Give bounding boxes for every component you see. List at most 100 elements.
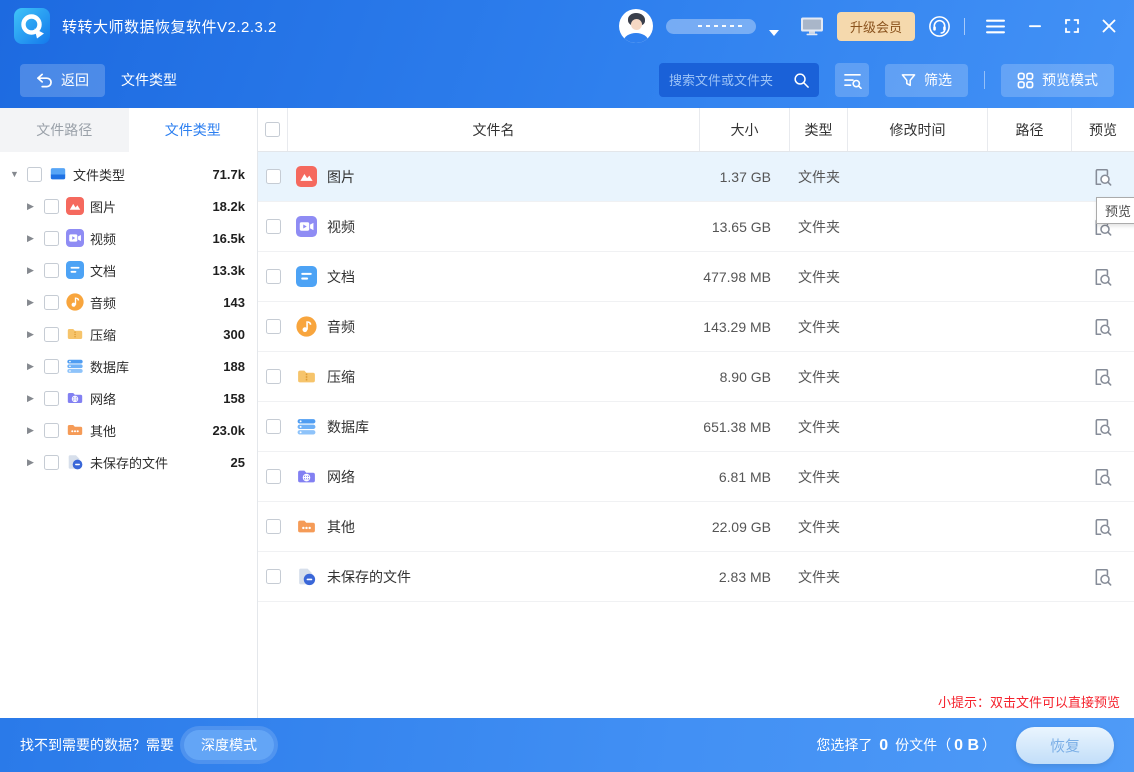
tree-checkbox[interactable] — [44, 263, 59, 278]
row-checkbox[interactable] — [266, 369, 281, 384]
doc-icon — [66, 261, 84, 279]
preview-button[interactable] — [1093, 467, 1113, 487]
other-icon — [296, 516, 317, 537]
file-name: 其他 — [327, 517, 355, 537]
row-checkbox[interactable] — [266, 469, 281, 484]
tree-item-count: 23.0k — [212, 423, 245, 438]
table-row[interactable]: 网络6.81 MB文件夹 — [258, 452, 1134, 502]
tree-checkbox[interactable] — [44, 231, 59, 246]
expander-right-icon[interactable]: ▶ — [27, 457, 41, 468]
column-header: 路径 — [988, 108, 1072, 151]
search-input[interactable] — [669, 73, 793, 88]
tree-checkbox[interactable] — [44, 423, 59, 438]
expander-right-icon[interactable]: ▶ — [27, 329, 41, 340]
selected-size: 0 B — [951, 737, 982, 754]
tree-checkbox[interactable] — [44, 359, 59, 374]
headset-icon[interactable] — [928, 15, 951, 38]
tree-checkbox[interactable] — [44, 455, 59, 470]
file-name: 未保存的文件 — [327, 567, 411, 587]
expander-right-icon[interactable]: ▶ — [27, 393, 41, 404]
maximize-icon[interactable] — [1065, 19, 1079, 33]
tree-item[interactable]: ▶未保存的文件25 — [0, 446, 257, 478]
list-search-button[interactable] — [835, 63, 869, 97]
preview-button[interactable] — [1093, 517, 1113, 537]
preview-button[interactable] — [1093, 417, 1113, 437]
deep-mode-button[interactable]: 深度模式 — [184, 730, 274, 760]
tree-item[interactable]: ▶压缩300 — [0, 318, 257, 350]
tree-checkbox[interactable] — [44, 391, 59, 406]
tree-item[interactable]: ▶视频16.5k — [0, 222, 257, 254]
table-row[interactable]: 图片1.37 GB文件夹 — [258, 152, 1134, 202]
tab-file-path[interactable]: 文件路径 — [0, 108, 129, 152]
expander-down-icon[interactable]: ▼ — [10, 169, 24, 179]
preview-button[interactable] — [1093, 267, 1113, 287]
row-checkbox[interactable] — [266, 569, 281, 584]
filter-label: 筛选 — [924, 70, 952, 90]
tree-item-label: 数据库 — [90, 357, 223, 376]
preview-button[interactable] — [1093, 567, 1113, 587]
recover-button[interactable]: 恢复 — [1016, 727, 1114, 764]
file-name: 图片 — [327, 167, 355, 187]
menu-icon[interactable] — [986, 19, 1005, 34]
row-checkbox[interactable] — [266, 319, 281, 334]
tree-checkbox[interactable] — [44, 295, 59, 310]
filter-button[interactable]: 筛选 — [885, 64, 968, 97]
tree-item[interactable]: ▶数据库188 — [0, 350, 257, 382]
expander-right-icon[interactable]: ▶ — [27, 233, 41, 244]
tree-item[interactable]: ▶其他23.0k — [0, 414, 257, 446]
tab-file-type[interactable]: 文件类型 — [129, 108, 258, 152]
row-checkbox[interactable] — [266, 219, 281, 234]
search-icon[interactable] — [793, 72, 810, 89]
caret-down-icon[interactable] — [769, 23, 779, 29]
table-row[interactable]: 未保存的文件2.83 MB文件夹 — [258, 552, 1134, 602]
table-row[interactable]: 压缩8.90 GB文件夹 — [258, 352, 1134, 402]
funnel-icon — [901, 73, 916, 88]
tree-item-label: 文件类型 — [73, 165, 212, 184]
back-button[interactable]: 返回 — [20, 64, 105, 97]
status-bar: 找不到需要的数据？需要 深度模式 您选择了 0 份文件（0 B） 恢复 — [0, 718, 1134, 772]
select-all-checkbox[interactable] — [265, 122, 280, 137]
file-mtime — [848, 202, 988, 251]
file-size: 2.83 MB — [700, 552, 790, 601]
username-redacted[interactable] — [666, 19, 756, 34]
row-checkbox[interactable] — [266, 419, 281, 434]
table-row[interactable]: 文档477.98 MB文件夹 — [258, 252, 1134, 302]
tree-item[interactable]: ▼文件类型71.7k — [0, 158, 257, 190]
tree-item[interactable]: ▶文档13.3k — [0, 254, 257, 286]
file-type: 文件夹 — [790, 302, 848, 351]
tree-checkbox[interactable] — [44, 199, 59, 214]
table-row[interactable]: 音频143.29 MB文件夹 — [258, 302, 1134, 352]
expander-right-icon[interactable]: ▶ — [27, 265, 41, 276]
video-icon — [296, 216, 317, 237]
preview-button[interactable] — [1093, 167, 1113, 187]
preview-button[interactable] — [1093, 367, 1113, 387]
row-checkbox[interactable] — [266, 519, 281, 534]
tree-item[interactable]: ▶网络158 — [0, 382, 257, 414]
tree-item[interactable]: ▶音频143 — [0, 286, 257, 318]
file-table: 文件名大小类型修改时间路径预览 图片1.37 GB文件夹视频13.65 GB文件… — [258, 108, 1134, 718]
column-header: 修改时间 — [848, 108, 988, 151]
minimize-icon[interactable] — [1028, 19, 1042, 33]
expander-right-icon[interactable]: ▶ — [27, 425, 41, 436]
row-checkbox[interactable] — [266, 269, 281, 284]
preview-button[interactable] — [1093, 317, 1113, 337]
tree-checkbox[interactable] — [27, 167, 42, 182]
row-checkbox[interactable] — [266, 169, 281, 184]
table-row[interactable]: 视频13.65 GB文件夹 — [258, 202, 1134, 252]
tree-checkbox[interactable] — [44, 327, 59, 342]
sidebar: 文件路径 文件类型 ▼文件类型71.7k▶图片18.2k▶视频16.5k▶文档1… — [0, 108, 258, 718]
file-size: 6.81 MB — [700, 452, 790, 501]
expander-right-icon[interactable]: ▶ — [27, 361, 41, 372]
expander-right-icon[interactable]: ▶ — [27, 201, 41, 212]
close-icon[interactable] — [1102, 19, 1116, 33]
table-row[interactable]: 其他22.09 GB文件夹 — [258, 502, 1134, 552]
expander-right-icon[interactable]: ▶ — [27, 297, 41, 308]
table-row[interactable]: 数据库651.38 MB文件夹 — [258, 402, 1134, 452]
file-path — [988, 352, 1072, 401]
content: 文件路径 文件类型 ▼文件类型71.7k▶图片18.2k▶视频16.5k▶文档1… — [0, 108, 1134, 718]
upgrade-vip-badge[interactable]: 升级会员 — [837, 12, 915, 41]
tree-item[interactable]: ▶图片18.2k — [0, 190, 257, 222]
preview-mode-button[interactable]: 预览模式 — [1001, 64, 1114, 97]
avatar[interactable] — [619, 9, 653, 43]
monitor-icon[interactable] — [800, 16, 824, 36]
